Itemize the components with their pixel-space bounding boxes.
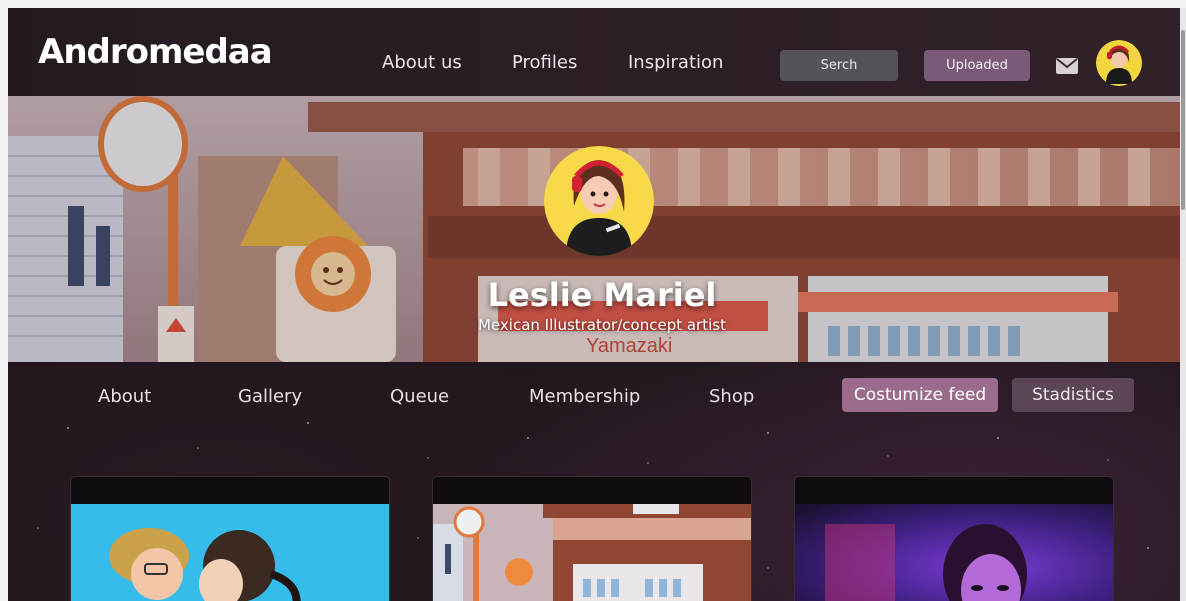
profile-name: Leslie Mariel	[487, 276, 717, 314]
gallery-card-neon-portrait[interactable]	[794, 476, 1114, 601]
kiss-illustration	[71, 504, 389, 601]
gallery-card-kiss[interactable]	[70, 476, 390, 601]
tab-gallery[interactable]: Gallery	[238, 386, 302, 407]
profile-subtitle: Mexican Illustrator/concept artist	[478, 316, 726, 334]
nav-inspiration[interactable]: Inspiration	[628, 52, 723, 73]
uploaded-button[interactable]: Uploaded	[924, 50, 1030, 81]
app-window: Andromedaa About us Profiles Inspiration…	[8, 8, 1180, 601]
search-button[interactable]: Serch	[780, 50, 898, 81]
profile-banner: Yamazaki Leslie Mariel Mexican Illustrat…	[8, 96, 1180, 362]
statistics-button[interactable]: Stadistics	[1012, 378, 1134, 412]
gallery-card-shop-street[interactable]	[432, 476, 752, 601]
tab-shop[interactable]: Shop	[709, 386, 754, 407]
scrollbar-thumb[interactable]	[1181, 30, 1185, 210]
top-navbar: Andromedaa About us Profiles Inspiration…	[8, 8, 1180, 96]
app-logo[interactable]: Andromedaa	[38, 32, 273, 72]
mail-icon[interactable]	[1055, 57, 1079, 75]
tab-about[interactable]: About	[98, 386, 151, 407]
customize-feed-button[interactable]: Costumize feed	[842, 378, 998, 412]
neon-portrait-illustration	[795, 504, 1113, 601]
nav-profiles[interactable]: Profiles	[512, 52, 577, 73]
shop-street-illustration	[433, 504, 751, 601]
user-avatar[interactable]	[1096, 40, 1142, 86]
tab-queue[interactable]: Queue	[390, 386, 449, 407]
nav-about-us[interactable]: About us	[382, 52, 462, 73]
profile-avatar[interactable]	[544, 146, 654, 256]
tab-membership[interactable]: Membership	[529, 386, 640, 407]
